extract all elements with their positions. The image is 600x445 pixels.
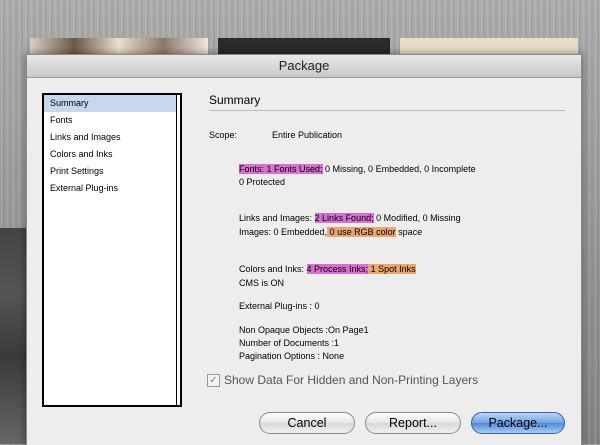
package-dialog: Package Summary Fonts Links and Images C…	[26, 54, 582, 445]
show-hidden-layers-checkbox[interactable]: ✓	[207, 373, 220, 387]
sidebar-item-print-settings[interactable]: Print Settings	[44, 163, 180, 180]
sidebar-item-summary[interactable]: Summary	[44, 95, 180, 112]
report-button[interactable]: Report...	[365, 412, 461, 434]
background-strip	[0, 228, 26, 444]
fonts-used-highlight: Fonts: 1 Fonts Used;	[239, 164, 323, 174]
non-opaque-objects: Non Opaque Objects :On Page1	[239, 325, 369, 335]
pagination-options: Pagination Options : None	[239, 351, 345, 361]
number-of-documents: Number of Documents :1	[239, 338, 340, 348]
links-rest: 0 Modified, 0 Missing	[373, 213, 461, 223]
links-prefix: Links and Images:	[239, 213, 315, 223]
cms-status: CMS is ON	[239, 278, 284, 288]
show-hidden-layers-label: Show Data For Hidden and Non-Printing La…	[224, 373, 479, 387]
rgb-highlight: 0 use RGB color	[327, 227, 396, 237]
images-summary: Images: 0 Embedded, 0 use RGB color spac…	[239, 227, 422, 237]
section-heading: Summary	[209, 93, 565, 111]
show-hidden-layers-option[interactable]: ✓ Show Data For Hidden and Non-Printing …	[207, 373, 478, 387]
sidebar-item-links-and-images[interactable]: Links and Images	[44, 129, 180, 146]
images-prefix: Images: 0 Embedded,	[239, 227, 328, 237]
fonts-summary: Fonts: 1 Fonts Used; 0 Missing, 0 Embedd…	[239, 164, 476, 174]
links-summary: Links and Images: 2 Links Found; 0 Modif…	[239, 213, 461, 223]
sidebar-item-colors-and-inks[interactable]: Colors and Inks	[44, 146, 180, 163]
plugins-summary: External Plug-ins : 0	[239, 301, 320, 311]
spot-inks-highlight: 1 Spot Inks	[368, 264, 416, 274]
sidebar-item-external-plugins[interactable]: External Plug-ins	[44, 180, 180, 197]
colors-summary: Colors and Inks: 4 Process Inks; 1 Spot …	[239, 264, 416, 274]
fonts-summary-rest: 0 Missing, 0 Embedded, 0 Incomplete	[322, 164, 476, 174]
process-inks-highlight: 4 Process Inks;	[306, 264, 369, 274]
images-rest: space	[395, 227, 423, 237]
scope-label: Scope:	[209, 130, 238, 140]
cancel-button[interactable]: Cancel	[259, 412, 355, 434]
fonts-protected: 0 Protected	[239, 177, 286, 187]
sidebar-scrollbar[interactable]	[176, 95, 180, 405]
package-button[interactable]: Package...	[471, 412, 565, 434]
scope-value: Entire Publication	[272, 130, 343, 140]
sidebar-item-fonts[interactable]: Fonts	[44, 112, 180, 129]
sidebar-list: Summary Fonts Links and Images Colors an…	[42, 93, 182, 407]
summary-panel: Summary Scope: Entire Publication Fonts:…	[209, 93, 565, 361]
links-found-highlight: 2 Links Found;	[314, 213, 374, 223]
colors-prefix: Colors and Inks:	[239, 264, 307, 274]
dialog-title: Package	[27, 55, 581, 78]
